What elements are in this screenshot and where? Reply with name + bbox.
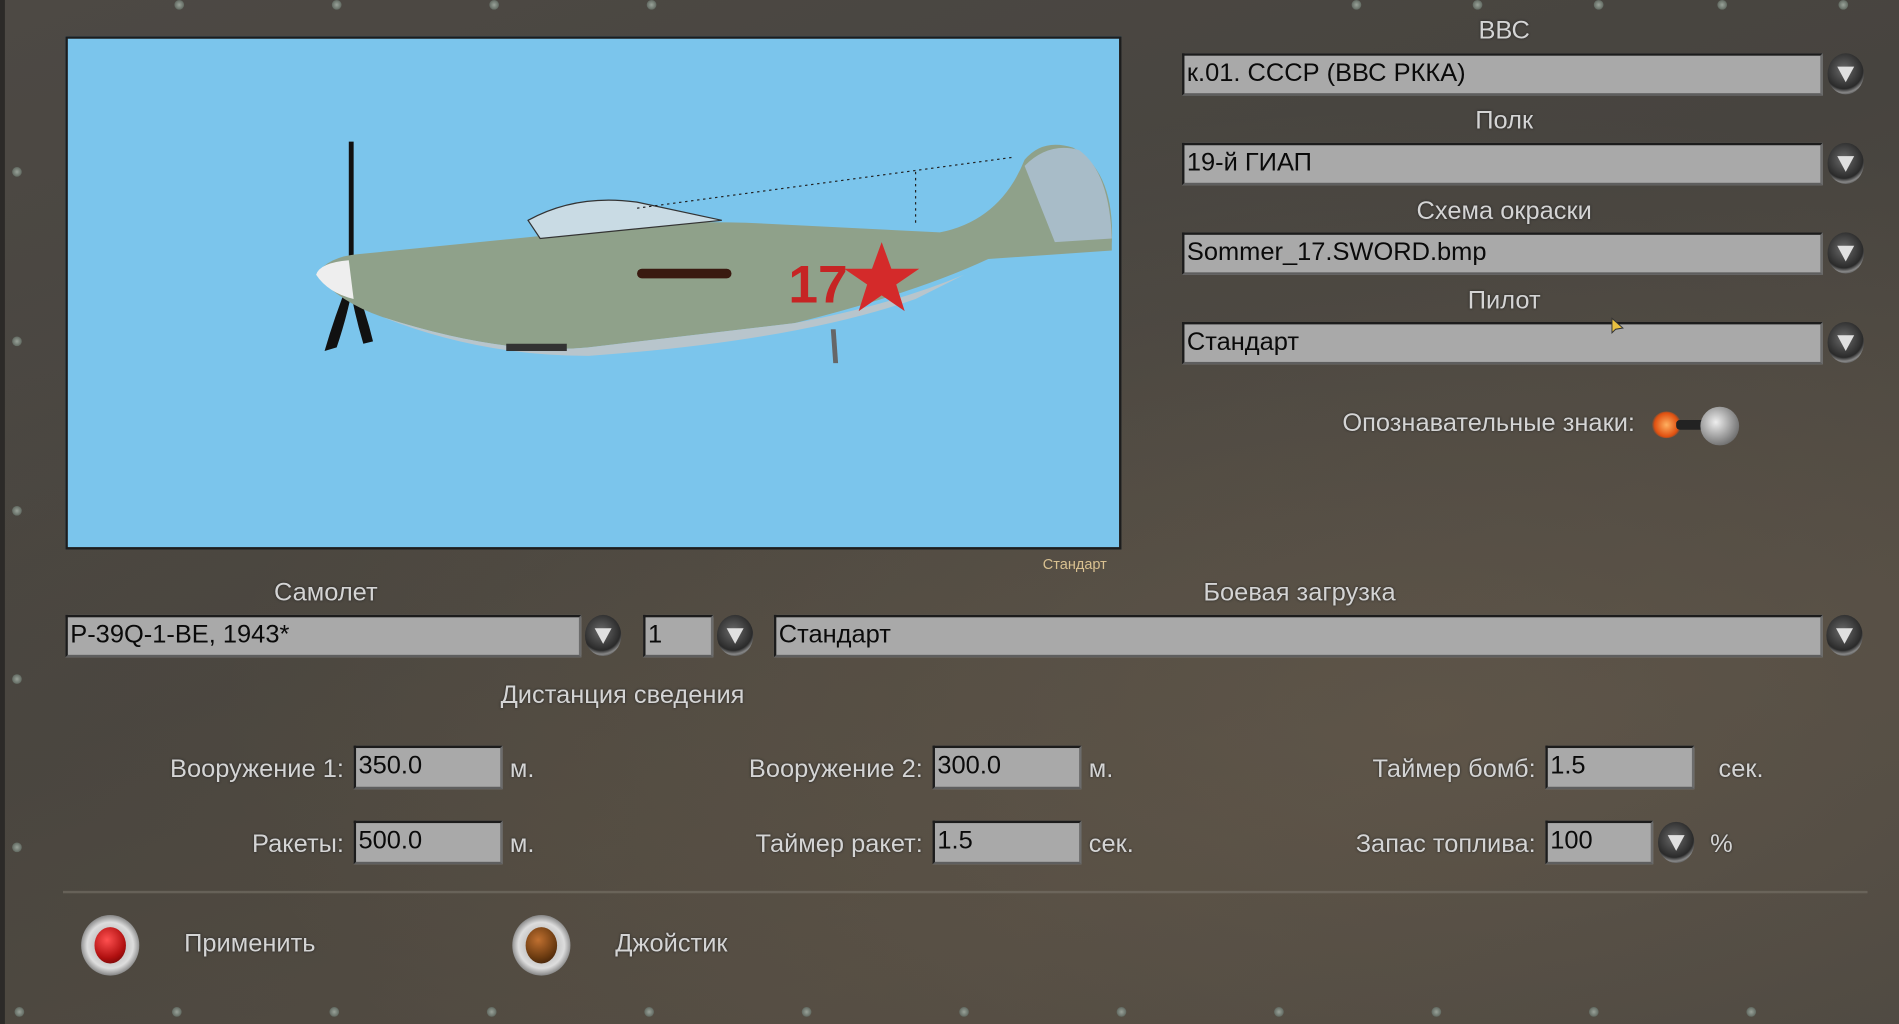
air-force-dropdown-button[interactable] <box>1827 53 1864 95</box>
apply-label[interactable]: Применить <box>184 930 315 959</box>
weapon1-input[interactable]: 350.0 <box>353 745 503 790</box>
loadout-select[interactable]: Стандарт <box>773 614 1823 658</box>
air-force-label: ВВС <box>1478 16 1530 45</box>
tail-number: 17 <box>788 256 847 315</box>
rockets-label: Ракеты: <box>251 830 344 859</box>
pilot-label: Пилот <box>1467 286 1541 315</box>
aircraft-preview: 17 <box>65 36 1122 550</box>
fuel-label: Запас топлива: <box>1355 830 1536 859</box>
red-led-icon <box>94 927 126 964</box>
pilot-select[interactable]: Стандарт <box>1182 321 1823 365</box>
fuel-dropdown-button[interactable] <box>1657 821 1695 864</box>
markings-label: Опознавательные знаки: <box>1342 409 1635 437</box>
weapon2-input[interactable]: 300.0 <box>932 745 1082 790</box>
aircraft-count-dropdown-button[interactable] <box>716 614 754 657</box>
loadout-dropdown-button[interactable] <box>1826 614 1863 657</box>
aircraft-label: Самолет <box>273 578 378 607</box>
mouse-cursor-icon <box>1611 317 1624 335</box>
regiment-dropdown-button[interactable] <box>1827 142 1864 184</box>
weapon1-label: Вооружение 1: <box>169 755 344 784</box>
skin-caption: Стандарт <box>1042 555 1107 573</box>
joystick-button[interactable] <box>512 915 571 976</box>
markings-toggle[interactable] <box>1651 404 1742 446</box>
aircraft-count-select[interactable]: 1 <box>643 614 714 658</box>
weapon2-label: Вооружение 2: <box>748 755 923 784</box>
weapon2-unit: м. <box>1088 755 1114 784</box>
aircraft-image: 17 <box>316 141 1113 364</box>
loadout-label: Боевая загрузка <box>1203 578 1396 607</box>
air-force-select[interactable]: к.01. СССР (ВВС РККА) <box>1182 53 1823 96</box>
regiment-select[interactable]: 19-й ГИАП <box>1182 142 1823 186</box>
aircraft-dropdown-button[interactable] <box>584 614 622 657</box>
fuel-unit: % <box>1710 830 1733 859</box>
skin-select[interactable]: Sommer_17.SWORD.bmp <box>1182 232 1823 275</box>
bomb-timer-label: Таймер бомб: <box>1372 755 1536 784</box>
regiment-label: Полк <box>1475 106 1534 135</box>
rocket-timer-label: Таймер ракет: <box>755 830 923 859</box>
toggle-knob-icon <box>1700 406 1740 446</box>
amber-led-icon <box>525 927 558 964</box>
apply-button[interactable] <box>81 915 140 976</box>
joystick-label[interactable]: Джойстик <box>615 930 727 959</box>
loadout-screen: 17 Стандарт ВВС к.01. СССР (ВВС РККА) По… <box>0 0 1899 1024</box>
rockets-input[interactable]: 500.0 <box>353 820 503 865</box>
rocket-timer-unit: сек. <box>1088 830 1134 859</box>
propeller-icon <box>324 141 374 352</box>
skin-label: Схема окраски <box>1416 197 1592 226</box>
fuel-select[interactable]: 100 <box>1545 820 1654 865</box>
bomb-timer-unit: сек. <box>1718 755 1764 784</box>
rockets-unit: м. <box>509 830 535 859</box>
pilot-dropdown-button[interactable] <box>1827 321 1864 364</box>
weapon1-unit: м. <box>509 755 535 784</box>
aircraft-select[interactable]: P-39Q-1-BE, 1943* <box>65 614 582 658</box>
convergence-title: Дистанция сведения <box>500 681 745 710</box>
divider <box>62 890 1868 894</box>
skin-dropdown-button[interactable] <box>1827 232 1864 274</box>
rocket-timer-input[interactable]: 1.5 <box>932 820 1082 865</box>
bomb-timer-input[interactable]: 1.5 <box>1545 745 1695 790</box>
